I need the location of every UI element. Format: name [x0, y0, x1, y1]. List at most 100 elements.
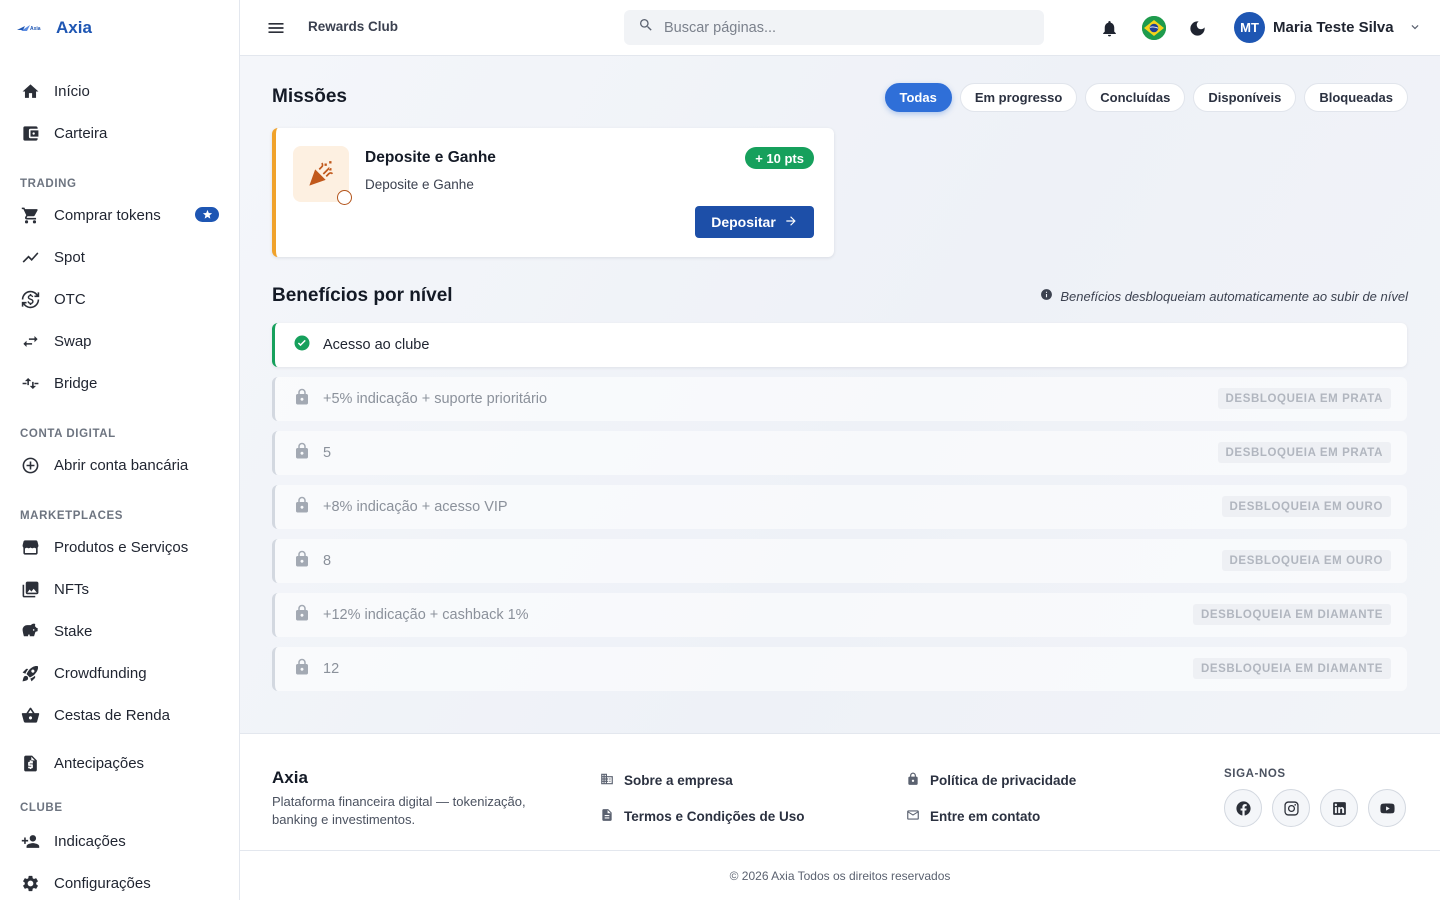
- contact-link[interactable]: Entre em contato: [906, 808, 1040, 825]
- sidebar-item-swap[interactable]: Swap: [0, 320, 239, 362]
- search-input[interactable]: [664, 19, 1024, 36]
- benefit-row: +12% indicação + cashback 1% DESBLOQUEIA…: [272, 593, 1407, 637]
- arrow-right-icon: [784, 214, 798, 231]
- menu-icon[interactable]: [266, 18, 286, 38]
- search-bar[interactable]: [624, 10, 1044, 45]
- unlock-tier-badge: DESBLOQUEIA EM DIAMANTE: [1192, 604, 1391, 625]
- mail-icon: [906, 808, 920, 825]
- avatar: MT: [1234, 12, 1265, 43]
- add-circle-icon: [20, 455, 40, 475]
- user-menu[interactable]: MT Maria Teste Silva: [1234, 12, 1422, 43]
- image-collection-icon: [20, 579, 40, 599]
- privacy-link[interactable]: Política de privacidade: [906, 772, 1076, 789]
- filter-em-progresso[interactable]: Em progresso: [959, 83, 1078, 112]
- sidebar-item-crowdfunding[interactable]: Crowdfunding: [0, 652, 239, 694]
- sidebar-item-label: NFTs: [54, 580, 89, 598]
- lock-icon: [293, 496, 311, 519]
- filter-concluidas[interactable]: Concluídas: [1085, 83, 1186, 112]
- search-icon: [638, 17, 654, 38]
- lock-icon: [293, 604, 311, 627]
- terms-link[interactable]: Termos e Condições de Uso: [600, 808, 805, 825]
- sidebar-item-label: Configurações: [54, 874, 151, 892]
- benefits-note-text: Benefícios desbloqueiam automaticamente …: [1060, 288, 1408, 304]
- filter-todas[interactable]: Todas: [884, 83, 952, 112]
- sidebar-item-label: Crowdfunding: [54, 664, 147, 682]
- person-add-icon: [20, 831, 40, 851]
- depositar-button[interactable]: Depositar: [695, 206, 814, 238]
- missions-title: Missões: [272, 86, 347, 107]
- building-icon: [600, 772, 614, 789]
- footer-description: Plataforma financeira digital — tokeniza…: [272, 794, 526, 827]
- sidebar-item-cestas[interactable]: Cestas de Renda: [0, 694, 239, 736]
- topbar: Rewards Club MT Maria Teste Silva: [240, 0, 1440, 56]
- benefit-row: +5% indicação + suporte prioritário DESB…: [272, 377, 1407, 421]
- lock-icon: [906, 772, 920, 789]
- sidebar-item-stake[interactable]: Stake: [0, 610, 239, 652]
- user-name: Maria Teste Silva: [1273, 19, 1394, 36]
- bell-icon[interactable]: [1098, 17, 1120, 39]
- mission-description: Deposite e Ganhe: [365, 177, 474, 192]
- dark-mode-icon[interactable]: [1186, 17, 1208, 39]
- sidebar-item-label: Spot: [54, 248, 85, 266]
- sidebar-item-label: Indicações: [54, 832, 126, 850]
- sidebar-item-label: Bridge: [54, 374, 98, 392]
- brand[interactable]: Axia Axia: [0, 0, 239, 56]
- footer-brand: Axia: [272, 768, 308, 787]
- copyright-text: © 2026 Axia Todos os direitos reservados: [729, 869, 951, 883]
- unlock-tier-badge: DESBLOQUEIA EM PRATA: [1217, 388, 1391, 409]
- breadcrumb: Rewards Club: [308, 19, 399, 34]
- benefit-label: 12: [323, 661, 340, 677]
- sidebar-item-produtos[interactable]: Produtos e Serviços: [0, 526, 239, 568]
- star-icon: [195, 207, 219, 222]
- linkedin-icon[interactable]: [1320, 789, 1358, 827]
- youtube-icon[interactable]: [1368, 789, 1406, 827]
- sidebar-item-label: Início: [54, 82, 90, 100]
- sidebar-item-label: Cestas de Renda: [54, 706, 170, 724]
- benefit-label: +5% indicação + suporte prioritário: [323, 391, 548, 407]
- instagram-icon[interactable]: [1272, 789, 1310, 827]
- lock-icon: [293, 388, 311, 411]
- points-badge: + 10 pts: [745, 147, 814, 169]
- sidebar-item-abrir-conta[interactable]: Abrir conta bancária: [0, 444, 239, 486]
- about-link-label: Sobre a empresa: [624, 773, 733, 788]
- sidebar-item-indicacoes[interactable]: Indicações: [0, 820, 239, 862]
- benefit-label: 8: [323, 553, 332, 569]
- sidebar-item-inicio[interactable]: Início: [0, 70, 239, 112]
- filter-bloqueadas[interactable]: Bloqueadas: [1304, 83, 1408, 112]
- basket-icon: [20, 705, 40, 725]
- about-link[interactable]: Sobre a empresa: [600, 772, 733, 789]
- lock-icon: [293, 658, 311, 681]
- sidebar-item-bridge[interactable]: Bridge: [0, 362, 239, 404]
- sidebar-item-spot[interactable]: Spot: [0, 236, 239, 278]
- mission-filters: Todas Em progresso Concluídas Disponívei…: [884, 83, 1408, 112]
- piggy-bank-icon: [20, 621, 40, 641]
- brazil-flag-icon[interactable]: [1142, 16, 1166, 40]
- social-links: [1224, 789, 1406, 827]
- document-icon: [600, 808, 614, 825]
- logo-wordmark: Axia: [30, 26, 41, 32]
- store-icon: [20, 537, 40, 557]
- sidebar-item-label: Antecipações: [54, 754, 145, 772]
- currency-exchange-icon: [20, 289, 40, 309]
- axia-logo-icon: Axia: [16, 21, 46, 35]
- sidebar-section-clube: CLUBE: [20, 802, 63, 812]
- filter-disponiveis[interactable]: Disponíveis: [1193, 83, 1297, 112]
- rocket-icon: [20, 663, 40, 683]
- sidebar-item-nfts[interactable]: NFTs: [0, 568, 239, 610]
- sidebar-item-otc[interactable]: OTC: [0, 278, 239, 320]
- cart-icon: [20, 205, 40, 225]
- sidebar-item-comprar-tokens[interactable]: Comprar tokens: [0, 194, 239, 236]
- social-title: SIGA-NOS: [1224, 768, 1286, 780]
- sidebar-item-antecipacoes[interactable]: Antecipações: [0, 742, 239, 784]
- mission-title: Deposite e Ganhe: [365, 149, 496, 166]
- unlock-tier-badge: DESBLOQUEIA EM PRATA: [1217, 442, 1391, 463]
- document-dollar-icon: [20, 753, 40, 773]
- benefit-label: +8% indicação + acesso VIP: [323, 499, 508, 515]
- sidebar-item-configuracoes[interactable]: Configurações: [0, 862, 239, 900]
- sidebar-item-label: Comprar tokens: [54, 206, 161, 224]
- facebook-icon[interactable]: [1224, 789, 1262, 827]
- sidebar-item-carteira[interactable]: Carteira: [0, 112, 239, 154]
- benefit-label: +12% indicação + cashback 1%: [323, 607, 529, 623]
- sidebar-item-label: Produtos e Serviços: [54, 538, 189, 556]
- privacy-link-label: Política de privacidade: [930, 773, 1077, 788]
